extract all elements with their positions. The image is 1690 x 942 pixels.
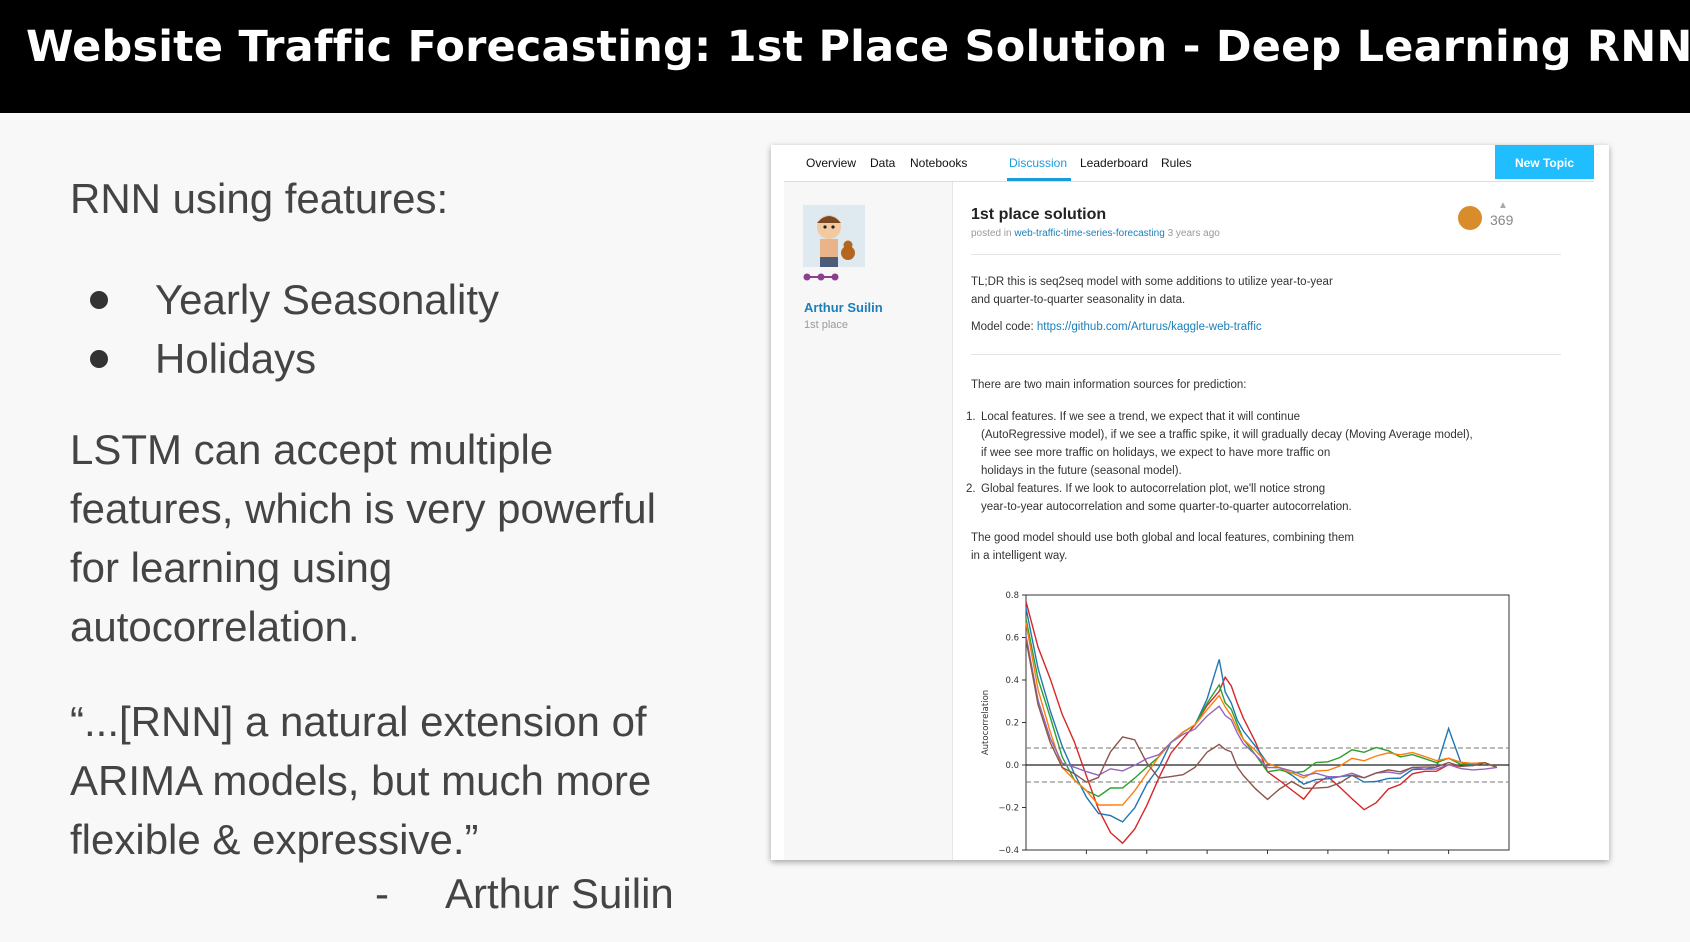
list-line: Local features. If we see a trend, we ex… [981,411,1300,423]
vote-count: 369 [1490,212,1514,228]
slide-title-bar: Website Traffic Forecasting: 1st Place S… [0,0,1690,113]
list-line: holidays in the future (seasonal model). [981,465,1182,477]
attribution-name: Arthur Suilin [445,870,674,917]
lstm-line: features, which is very powerful [70,485,656,532]
list-number: 1. [966,411,976,423]
model-code-line: Model code: https://github.com/Arturus/k… [971,318,1262,336]
bullet-dot-icon [90,350,108,368]
lstm-line: LSTM can accept multiple [70,426,554,473]
divider [971,354,1561,355]
lstm-line: autocorrelation. [70,603,360,650]
y-tick-label: 0.8 [1005,591,1019,601]
y-tick-label: 0.2 [1005,719,1019,729]
bullet-dot-icon [90,291,108,309]
post-title: 1st place solution [971,206,1107,223]
post-meta: posted in web-traffic-time-series-foreca… [971,228,1220,239]
github-link[interactable]: https://github.com/Arturus/kaggle-web-tr… [1037,321,1262,333]
author-sidebar: Arthur Suilin 1st place [784,182,953,860]
quote-line: “...[RNN] a natural extension of [70,698,647,745]
tab-overview[interactable]: Overview [806,156,856,170]
kaggle-tab-bar: Overview Data Notebooks Discussion Leade… [784,145,1594,182]
slide-title: Website Traffic Forecasting: 1st Place S… [26,22,1690,72]
author-rank: 1st place [804,319,849,331]
tab-data[interactable]: Data [870,156,895,170]
y-tick-label: 0.4 [1005,676,1019,686]
tab-notebooks[interactable]: Notebooks [910,156,967,170]
list-line: (AutoRegressive model), if we see a traf… [981,429,1473,441]
y-tick-label: −0.2 [998,804,1019,814]
quote-paragraph: “...[RNN] a natural extension of ARIMA m… [70,692,690,869]
quote-attribution: - Arthur Suilin [375,870,674,918]
bullet-text: Holidays [155,335,317,382]
tab-leaderboard[interactable]: Leaderboard [1080,156,1148,170]
gold-medal-icon [1458,206,1482,230]
bullet-text: Yearly Seasonality [155,276,499,323]
bullet-item: Yearly Seasonality [90,270,499,329]
active-tab-indicator [1007,178,1071,181]
y-axis-label: Autocorrelation [981,690,991,755]
kaggle-discussion-screenshot: Overview Data Notebooks Discussion Leade… [771,145,1609,860]
posted-time: 3 years ago [1167,228,1220,239]
lstm-paragraph: LSTM can accept multiple features, which… [70,420,690,656]
feature-bullet-list: Yearly Seasonality Holidays [90,270,499,388]
avatar-cartoon-icon [803,205,865,267]
author-name[interactable]: Arthur Suilin [804,300,883,315]
sources-intro: There are two main information sources f… [971,379,1247,391]
quote-line: flexible & expressive.” [70,816,479,863]
divider [971,254,1561,255]
conclusion-line: The good model should use both global an… [971,532,1354,544]
attribution-dash: - [375,870,389,917]
list-line: Global features. If we look to autocorre… [981,483,1326,495]
tab-discussion[interactable]: Discussion [1009,156,1067,170]
list-line: year-to-year autocorrelation and some qu… [981,501,1352,513]
model-code-label: Model code: [971,321,1034,333]
tldr-line: TL;DR this is seq2seq model with some ad… [971,276,1333,288]
avatar[interactable] [803,205,865,267]
y-tick-label: −0.4 [998,846,1019,856]
list-line: if wee see more traffic on holidays, we … [981,447,1331,459]
bullet-item: Holidays [90,329,499,388]
conclusion-line: in a intelligent way. [971,550,1068,562]
posted-prefix: posted in [971,228,1012,239]
list-number: 2. [966,483,976,495]
new-topic-button[interactable]: New Topic [1495,145,1594,179]
competition-link[interactable]: web-traffic-time-series-forecasting [1014,228,1164,239]
y-tick-label: 0.6 [1005,634,1019,644]
quote-line: ARIMA models, but much more [70,757,652,804]
autocorrelation-chart: 0.8 0.6 0.4 0.2 0.0 −0.2 −0.4 Autocorrelation [981,591,1510,856]
tier-dots-icon [803,273,839,281]
y-tick-label: 0.0 [1005,761,1019,771]
lstm-line: for learning using [70,544,393,591]
tldr-line: and quarter-to-quarter seasonality in da… [971,294,1186,306]
upvote-arrow-icon[interactable]: ▲ [1498,200,1508,211]
tab-rules[interactable]: Rules [1161,156,1192,170]
plot-frame [1025,594,1510,851]
rnn-heading: RNN using features: [70,175,449,222]
